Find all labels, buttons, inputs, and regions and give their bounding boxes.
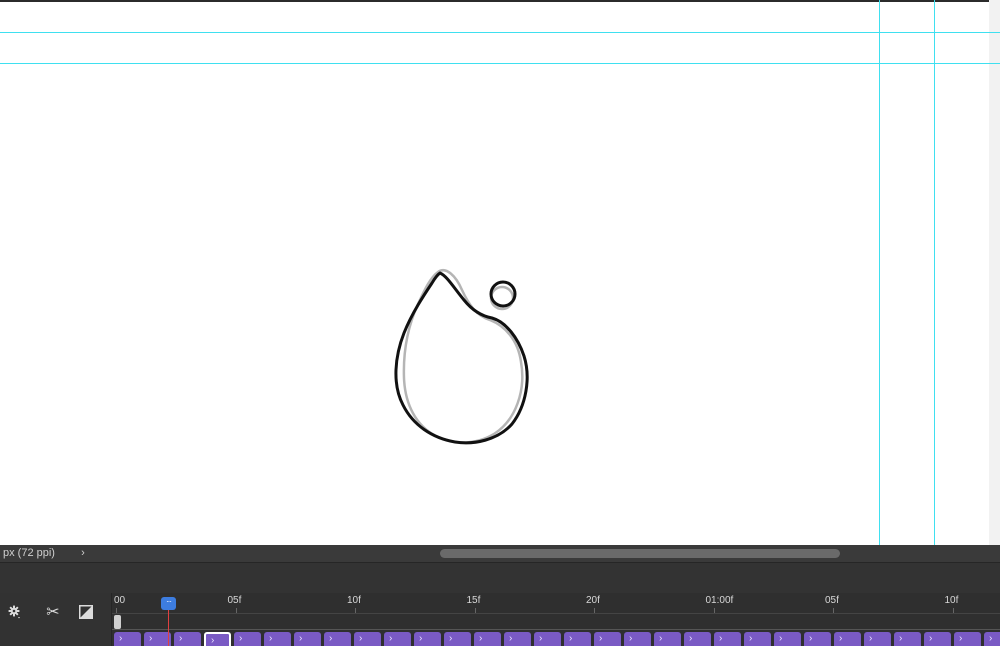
ruler-tick xyxy=(474,608,476,613)
document-canvas[interactable] xyxy=(0,0,1000,545)
frame-clip[interactable]: › xyxy=(714,632,741,646)
frame-clip[interactable]: › xyxy=(744,632,771,646)
frame-clip[interactable]: › xyxy=(534,632,561,646)
chevron-right-icon[interactable]: › xyxy=(76,545,90,562)
onion-skin-shape xyxy=(402,269,524,444)
sketch-drawing xyxy=(394,269,529,445)
ruler-label: 05f xyxy=(227,595,242,606)
frame-clip[interactable]: › xyxy=(114,632,141,646)
ruler-label: 05f xyxy=(825,595,839,606)
frame-clip[interactable]: › xyxy=(504,632,531,646)
ruler-label: 10f xyxy=(347,595,361,606)
frame-clip[interactable]: › xyxy=(204,632,231,646)
frame-clip[interactable]: › xyxy=(444,632,471,646)
ruler-label: 20f xyxy=(586,595,600,606)
frame-clip[interactable]: › xyxy=(594,632,621,646)
frame-clip[interactable]: › xyxy=(144,632,171,646)
frame-clip[interactable]: › xyxy=(234,632,261,646)
frame-clip[interactable]: › xyxy=(804,632,831,646)
ruler-tick xyxy=(952,608,954,613)
frame-clip[interactable]: › xyxy=(624,632,651,646)
ruler-tick xyxy=(594,608,595,613)
frame-clip[interactable]: › xyxy=(174,632,201,646)
frame-clip[interactable]: › xyxy=(654,632,681,646)
frame-clip[interactable]: › xyxy=(954,632,981,646)
work-area-bar xyxy=(112,629,1000,630)
ruler-tick xyxy=(235,608,237,613)
ruler-tick xyxy=(833,608,834,613)
playhead-handle[interactable]: ··· xyxy=(161,597,176,610)
ruler-label: 01:00f xyxy=(705,595,734,606)
frame-clip[interactable]: › xyxy=(684,632,711,646)
frame-clip[interactable]: › xyxy=(474,632,501,646)
ruler-label: 10f xyxy=(944,595,959,606)
document-info: px (72 ppi) xyxy=(3,547,55,559)
ruler-tick xyxy=(713,608,715,613)
timeline-header xyxy=(0,562,1000,593)
time-ruler[interactable]: 00 05f 10f 15f 20f 01:00f 05f 10f xyxy=(112,593,1000,614)
transition-icon[interactable] xyxy=(73,601,99,623)
frame-clip[interactable]: › xyxy=(864,632,891,646)
frame-clip[interactable]: › xyxy=(564,632,591,646)
frame-clip[interactable]: › xyxy=(414,632,441,646)
scissors-icon[interactable]: ✂ xyxy=(40,601,66,623)
frame-clip[interactable]: › xyxy=(264,632,291,646)
gear-icon[interactable] xyxy=(2,601,28,623)
timeline-controls: ✂ xyxy=(0,593,112,646)
horizontal-scrollbar[interactable] xyxy=(440,549,840,558)
frame-clip[interactable]: › xyxy=(354,632,381,646)
frame-clip[interactable]: › xyxy=(894,632,921,646)
frame-clip[interactable]: › xyxy=(984,632,1000,646)
frame-clip[interactable]: › xyxy=(834,632,861,646)
frame-clip[interactable]: › xyxy=(384,632,411,646)
work-area-start-handle[interactable] xyxy=(114,615,121,629)
ruler-tick xyxy=(355,608,356,613)
frame-clip[interactable]: › xyxy=(324,632,351,646)
frame-clip[interactable]: › xyxy=(924,632,951,646)
ruler-label: 15f xyxy=(466,595,481,606)
ruler-label: 00 xyxy=(114,595,126,606)
status-bar: px (72 ppi) › xyxy=(0,545,1000,562)
frame-clip[interactable]: › xyxy=(774,632,801,646)
frame-clip[interactable]: › xyxy=(294,632,321,646)
ruler-tick xyxy=(116,608,117,613)
video-layer-track[interactable]: › › › › › › › › › › › › › › › › › › › › › › › › › › › › › › xyxy=(114,632,1000,646)
timeline-panel: ✂ 00 05f 10f 15f 20f 01:00f 05f 10f › › › › › › › › › › ›… xyxy=(0,593,1000,646)
